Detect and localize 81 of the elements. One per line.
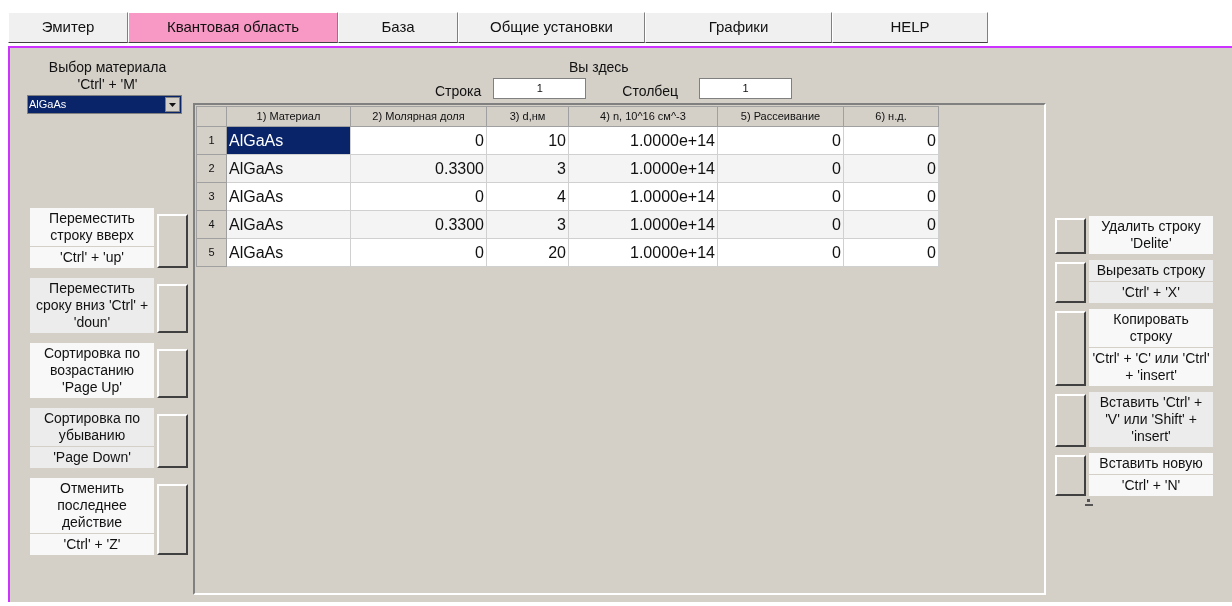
action-button[interactable] bbox=[157, 414, 188, 468]
shortcut-label: 'Ctrl' + 'Z' bbox=[30, 534, 154, 555]
row-header[interactable]: 3 bbox=[196, 182, 227, 211]
tab[interactable]: Квантовая область bbox=[128, 12, 338, 43]
shortcut-label: 'Ctrl' + 'X' bbox=[1089, 282, 1213, 303]
action-label: Копировать строку bbox=[1089, 309, 1213, 347]
action-button[interactable] bbox=[157, 214, 188, 268]
shortcut-label: 'Page Down' bbox=[30, 447, 154, 468]
table-cell[interactable]: 4 bbox=[486, 182, 569, 211]
column-header[interactable]: 5) Рассеивание bbox=[717, 106, 844, 127]
table-cell[interactable]: 0 bbox=[843, 182, 939, 211]
action-button[interactable] bbox=[1055, 311, 1086, 386]
action-label: Вырезать строку bbox=[1089, 260, 1213, 281]
material-shortcut: 'Ctrl' + 'M' bbox=[76, 76, 139, 93]
tab[interactable]: HELP bbox=[832, 12, 988, 43]
table-cell[interactable]: 0 bbox=[843, 238, 939, 267]
action-label: Удалить строку 'Delite' bbox=[1089, 216, 1213, 254]
action-button[interactable] bbox=[157, 484, 188, 555]
table-cell[interactable]: 1.0000e+14 bbox=[568, 154, 718, 183]
table-cell[interactable]: 0 bbox=[717, 238, 844, 267]
table-cell[interactable]: 0 bbox=[717, 154, 844, 183]
table-cell[interactable]: 1.0000e+14 bbox=[568, 210, 718, 239]
table-cell[interactable]: 1.0000e+14 bbox=[568, 182, 718, 211]
action-button[interactable] bbox=[1055, 262, 1086, 303]
table-cell[interactable]: AlGaAs bbox=[226, 210, 351, 239]
table-cell[interactable]: 1.0000e+14 bbox=[568, 126, 718, 155]
action-label: Отменить последнее действие bbox=[30, 478, 154, 533]
action-label: Вставить 'Ctrl' + 'V' или 'Shift' + 'insert' bbox=[1089, 392, 1213, 447]
table-cell[interactable]: AlGaAs bbox=[226, 126, 351, 155]
table-cell[interactable]: 0 bbox=[350, 126, 487, 155]
shortcut-label: 'Ctrl' + 'N' bbox=[1089, 475, 1213, 496]
action-button[interactable] bbox=[1055, 394, 1086, 447]
row-header[interactable]: 4 bbox=[196, 210, 227, 239]
location-title: Вы здесь bbox=[569, 59, 630, 76]
table-cell[interactable]: 0 bbox=[843, 126, 939, 155]
table-cell[interactable]: 0 bbox=[717, 126, 844, 155]
table-cell[interactable]: 0 bbox=[717, 210, 844, 239]
row-header[interactable]: 1 bbox=[196, 126, 227, 155]
table-cell[interactable]: 0 bbox=[350, 238, 487, 267]
column-field[interactable]: 1 bbox=[699, 77, 792, 99]
tab[interactable]: Графики bbox=[645, 12, 832, 43]
column-header[interactable]: 3) d,нм bbox=[486, 106, 569, 127]
table-cell[interactable]: 0.3300 bbox=[350, 154, 487, 183]
column-label: Столбец bbox=[622, 81, 678, 101]
table-cell[interactable]: AlGaAs bbox=[226, 154, 351, 183]
action-label: Сортировка по убыванию bbox=[30, 408, 154, 446]
table-cell[interactable]: AlGaAs bbox=[226, 182, 351, 211]
action-button[interactable] bbox=[157, 284, 188, 333]
table-cell[interactable]: 0 bbox=[843, 154, 939, 183]
tab[interactable]: База bbox=[338, 12, 458, 43]
column-header[interactable]: 1) Материал bbox=[226, 106, 351, 127]
action-button[interactable] bbox=[1055, 455, 1086, 496]
action-label: Переместить строку вверх bbox=[30, 208, 154, 246]
tab[interactable]: Эмитер bbox=[8, 12, 128, 43]
material-title: Выбор материала bbox=[47, 59, 168, 76]
action-label: Переместить сроку вниз 'Ctrl' + 'doun' bbox=[30, 278, 154, 333]
action-label: Сортировка по возрастанию 'Page Up' bbox=[30, 343, 154, 398]
table-cell[interactable]: 1.0000e+14 bbox=[568, 238, 718, 267]
table-cell[interactable]: 0 bbox=[843, 210, 939, 239]
row-header[interactable]: 5 bbox=[196, 238, 227, 267]
table-cell[interactable]: 3 bbox=[486, 210, 569, 239]
shortcut-label: 'Ctrl' + 'up' bbox=[30, 247, 154, 268]
shortcut-label: 'Ctrl' + 'C' или 'Ctrl' + 'insert' bbox=[1089, 348, 1213, 386]
column-header[interactable]: 2) Молярная доля bbox=[350, 106, 487, 127]
row-header[interactable]: 2 bbox=[196, 154, 227, 183]
table-cell[interactable]: 10 bbox=[486, 126, 569, 155]
action-button[interactable] bbox=[1055, 218, 1086, 254]
tab[interactable]: Общие установки bbox=[458, 12, 645, 43]
column-header[interactable]: 6) н.д. bbox=[843, 106, 939, 127]
action-label: Вставить новую bbox=[1089, 453, 1213, 474]
table-cell[interactable]: 0 bbox=[717, 182, 844, 211]
material-dropdown[interactable]: AlGaAs bbox=[27, 95, 182, 114]
table-cell[interactable]: 0 bbox=[350, 182, 487, 211]
action-button[interactable] bbox=[157, 349, 188, 398]
table-cell[interactable]: 0.3300 bbox=[350, 210, 487, 239]
row-label: Строка bbox=[435, 81, 482, 101]
column-header[interactable]: 4) n, 10^16 см^-3 bbox=[568, 106, 718, 127]
table-cell[interactable]: 3 bbox=[486, 154, 569, 183]
table-cell[interactable]: 20 bbox=[486, 238, 569, 267]
row-field[interactable]: 1 bbox=[493, 77, 587, 99]
table-cell[interactable]: AlGaAs bbox=[226, 238, 351, 267]
